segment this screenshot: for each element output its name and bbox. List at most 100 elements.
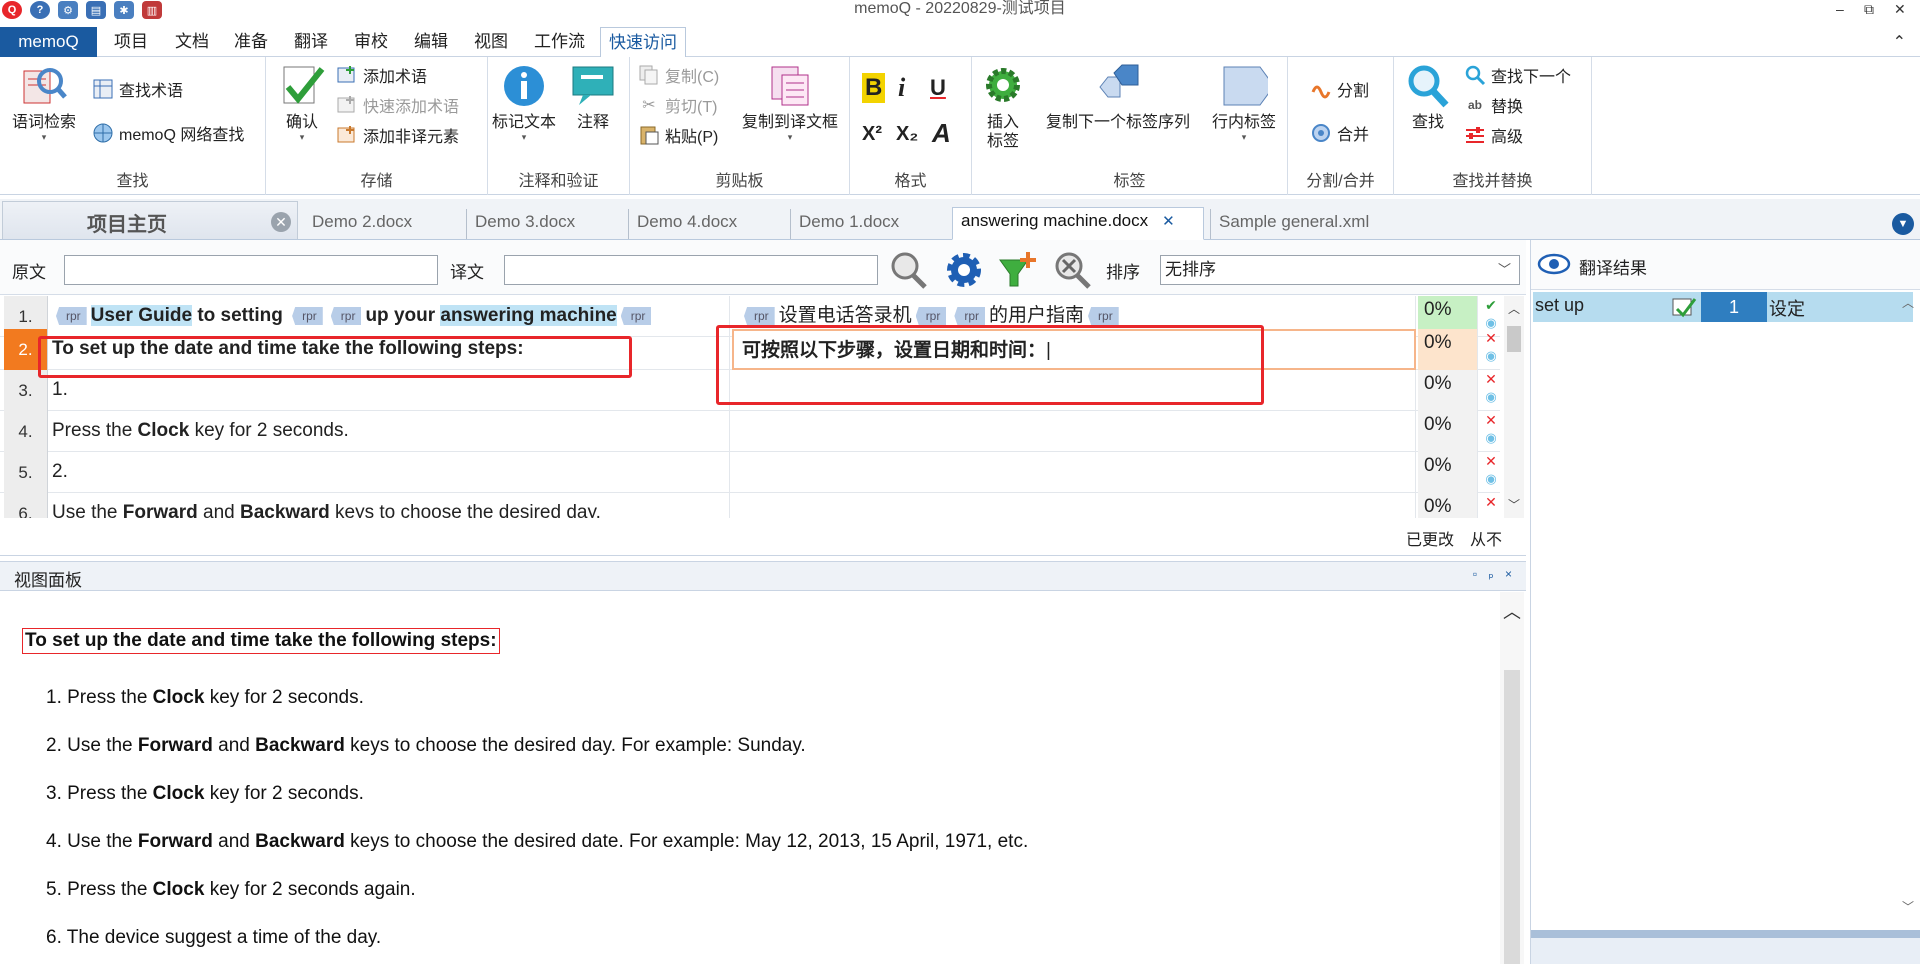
filter-search-icon[interactable]	[888, 250, 928, 290]
tab-sample-general[interactable]: Sample general.xml	[1210, 209, 1410, 239]
target-filter-input[interactable]	[504, 255, 878, 285]
paste-button[interactable]: 粘贴(P)	[638, 123, 718, 147]
table-row[interactable]: 5. 2. 0% ✕ ◉	[0, 452, 1500, 493]
confirm-button[interactable]: 确认 ▾	[276, 63, 328, 142]
tab-demo-3[interactable]: Demo 3.docx	[466, 209, 608, 239]
grid-scrollbar[interactable]: ︿ ﹀	[1504, 296, 1524, 518]
comment-icon[interactable]: ◉	[1482, 347, 1500, 365]
copy-next-tag-button[interactable]: 复制下一个标签序列	[1038, 63, 1198, 132]
target-segment[interactable]	[732, 411, 1416, 452]
panel-controls-icon[interactable]: ▫ ₚ ×	[1473, 567, 1516, 581]
cut-button[interactable]: ✂ 剪切(T)	[638, 93, 717, 117]
copy-to-target-button[interactable]: 复制到译文框 ▾	[734, 63, 846, 142]
inline-tag[interactable]: rpr	[330, 306, 362, 325]
scroll-down-icon[interactable]: ﹀	[1504, 496, 1524, 513]
add-nontranslatable-button[interactable]: 添加非译元素	[336, 123, 459, 147]
scroll-up-icon[interactable]: ︿	[1500, 598, 1524, 624]
subscript-button[interactable]: X₂	[896, 119, 918, 149]
ribbon-group-tags: 插入 标签 复制下一个标签序列 行内标签 ▾ 标签	[972, 57, 1288, 195]
font-button[interactable]: A	[932, 117, 951, 149]
ribbon-group-comment: 标记文本 ▾ 注释 注释和验证	[488, 57, 630, 195]
tab-demo-1[interactable]: Demo 1.docx	[790, 209, 940, 239]
target-segment[interactable]	[732, 493, 1416, 518]
tab-answering-machine[interactable]: answering machine.docx ✕	[952, 207, 1204, 240]
tab-demo-2[interactable]: Demo 2.docx	[304, 209, 446, 239]
comment-icon[interactable]: ◉	[1482, 470, 1500, 488]
inline-tag[interactable]: rpr	[56, 306, 87, 325]
tab-prepare[interactable]: 准备	[226, 27, 276, 57]
target-text: 设置电话答录机	[778, 305, 912, 326]
target-segment[interactable]	[732, 452, 1416, 493]
tab-list-dropdown-icon[interactable]: ▼	[1892, 213, 1914, 235]
list-item: 3. Press the Clock key for 2 seconds.	[46, 783, 364, 804]
advanced-label: 高级	[1491, 129, 1524, 146]
inline-tag-button[interactable]: 行内标签 ▾	[1206, 63, 1282, 142]
inline-tag[interactable]: rpr	[292, 306, 323, 325]
row-status: ✕ ◉	[1482, 370, 1500, 411]
tab-memoq-app[interactable]: memoQ	[0, 27, 97, 57]
tab-edit[interactable]: 编辑	[406, 27, 456, 57]
close-icon[interactable]: ✕	[1162, 213, 1175, 230]
source-segment[interactable]: Use the Forward and Backward keys to cho…	[50, 493, 730, 518]
source-filter-input[interactable]	[64, 255, 438, 285]
scroll-up-icon[interactable]: ︿	[1897, 294, 1919, 311]
tab-demo-4[interactable]: Demo 4.docx	[628, 209, 770, 239]
inline-tag[interactable]: rpr	[1088, 306, 1119, 325]
comment-icon[interactable]: ◉	[1482, 388, 1500, 406]
target-filter-label: 译文	[450, 263, 484, 282]
inline-tag[interactable]: rpr	[915, 306, 947, 325]
quick-add-term-button[interactable]: 快速添加术语	[336, 93, 459, 117]
minimize-button[interactable]: –	[1836, 0, 1844, 18]
scroll-thumb[interactable]	[1507, 326, 1521, 352]
add-term-button[interactable]: 添加术语	[336, 63, 427, 87]
tab-document[interactable]: 文档	[167, 27, 217, 57]
filter-settings-icon[interactable]	[944, 250, 984, 290]
inline-tag[interactable]: rpr	[744, 306, 775, 325]
find-term-button[interactable]: 查找术语	[92, 77, 183, 101]
insert-tag-button[interactable]: 插入 标签	[976, 63, 1030, 151]
tab-view[interactable]: 视图	[466, 27, 516, 57]
preview-heading[interactable]: To set up the date and time take the fol…	[22, 628, 500, 654]
close-button[interactable]: ✕	[1894, 0, 1906, 18]
scroll-down-icon[interactable]: ﹀	[1897, 898, 1919, 915]
bold-button[interactable]: B	[862, 73, 886, 103]
tab-review[interactable]: 审校	[346, 27, 396, 57]
table-row[interactable]: 6. Use the Forward and Backward keys to …	[0, 493, 1500, 518]
superscript-button[interactable]: X²	[862, 119, 882, 149]
scroll-up-icon[interactable]: ︿	[1504, 300, 1524, 317]
term-search-button[interactable]: 语词检索 ▾	[6, 63, 82, 142]
source-segment[interactable]: 2.	[50, 452, 730, 493]
comment-icon[interactable]: ◉	[1482, 429, 1500, 447]
clear-filter-icon[interactable]	[1052, 250, 1092, 290]
collapse-ribbon-icon[interactable]: ⌃	[1893, 32, 1906, 52]
mark-text-button[interactable]: 标记文本 ▾	[488, 63, 560, 142]
advanced-filter-icon[interactable]	[998, 250, 1038, 290]
find-button[interactable]: 查找	[1400, 63, 1456, 132]
replace-button[interactable]: ab 替换	[1464, 93, 1523, 117]
underline-button[interactable]: U	[930, 73, 946, 103]
join-button[interactable]: 合并	[1310, 121, 1369, 145]
tab-translate[interactable]: 翻译	[286, 27, 336, 57]
split-button[interactable]: 分割	[1310, 77, 1369, 101]
italic-button[interactable]: i	[898, 73, 905, 103]
tab-workflow[interactable]: 工作流	[526, 27, 593, 57]
inline-tag[interactable]: rpr	[620, 306, 652, 325]
find-next-button[interactable]: 查找下一个	[1464, 63, 1571, 87]
close-icon[interactable]: ✕	[271, 212, 291, 232]
inline-tag[interactable]: rpr	[954, 306, 986, 325]
results-scrollbar[interactable]: ︿ ﹀	[1897, 290, 1919, 920]
preview-scrollbar[interactable]: ︿	[1500, 592, 1524, 964]
table-row[interactable]: 4. Press the Clock key for 2 seconds. 0%…	[0, 411, 1500, 452]
result-row-term[interactable]: set up 1 设定	[1533, 292, 1913, 322]
web-search-button[interactable]: memoQ 网络查找	[92, 121, 244, 145]
copy-button[interactable]: 复制(C)	[638, 63, 719, 87]
tab-quick-access[interactable]: 快速访问	[600, 27, 686, 58]
tab-project[interactable]: 项目	[106, 27, 156, 57]
advanced-button[interactable]: 高级	[1464, 123, 1523, 147]
source-segment[interactable]: Press the Clock key for 2 seconds.	[50, 411, 730, 452]
tab-project-home[interactable]: 项目主页 ✕	[2, 201, 298, 239]
restore-button[interactable]: ⧉	[1864, 0, 1874, 18]
comment-button[interactable]: 注释	[562, 63, 624, 132]
scroll-thumb[interactable]	[1504, 670, 1520, 964]
sort-dropdown[interactable]: 无排序 ﹀	[1160, 255, 1520, 285]
